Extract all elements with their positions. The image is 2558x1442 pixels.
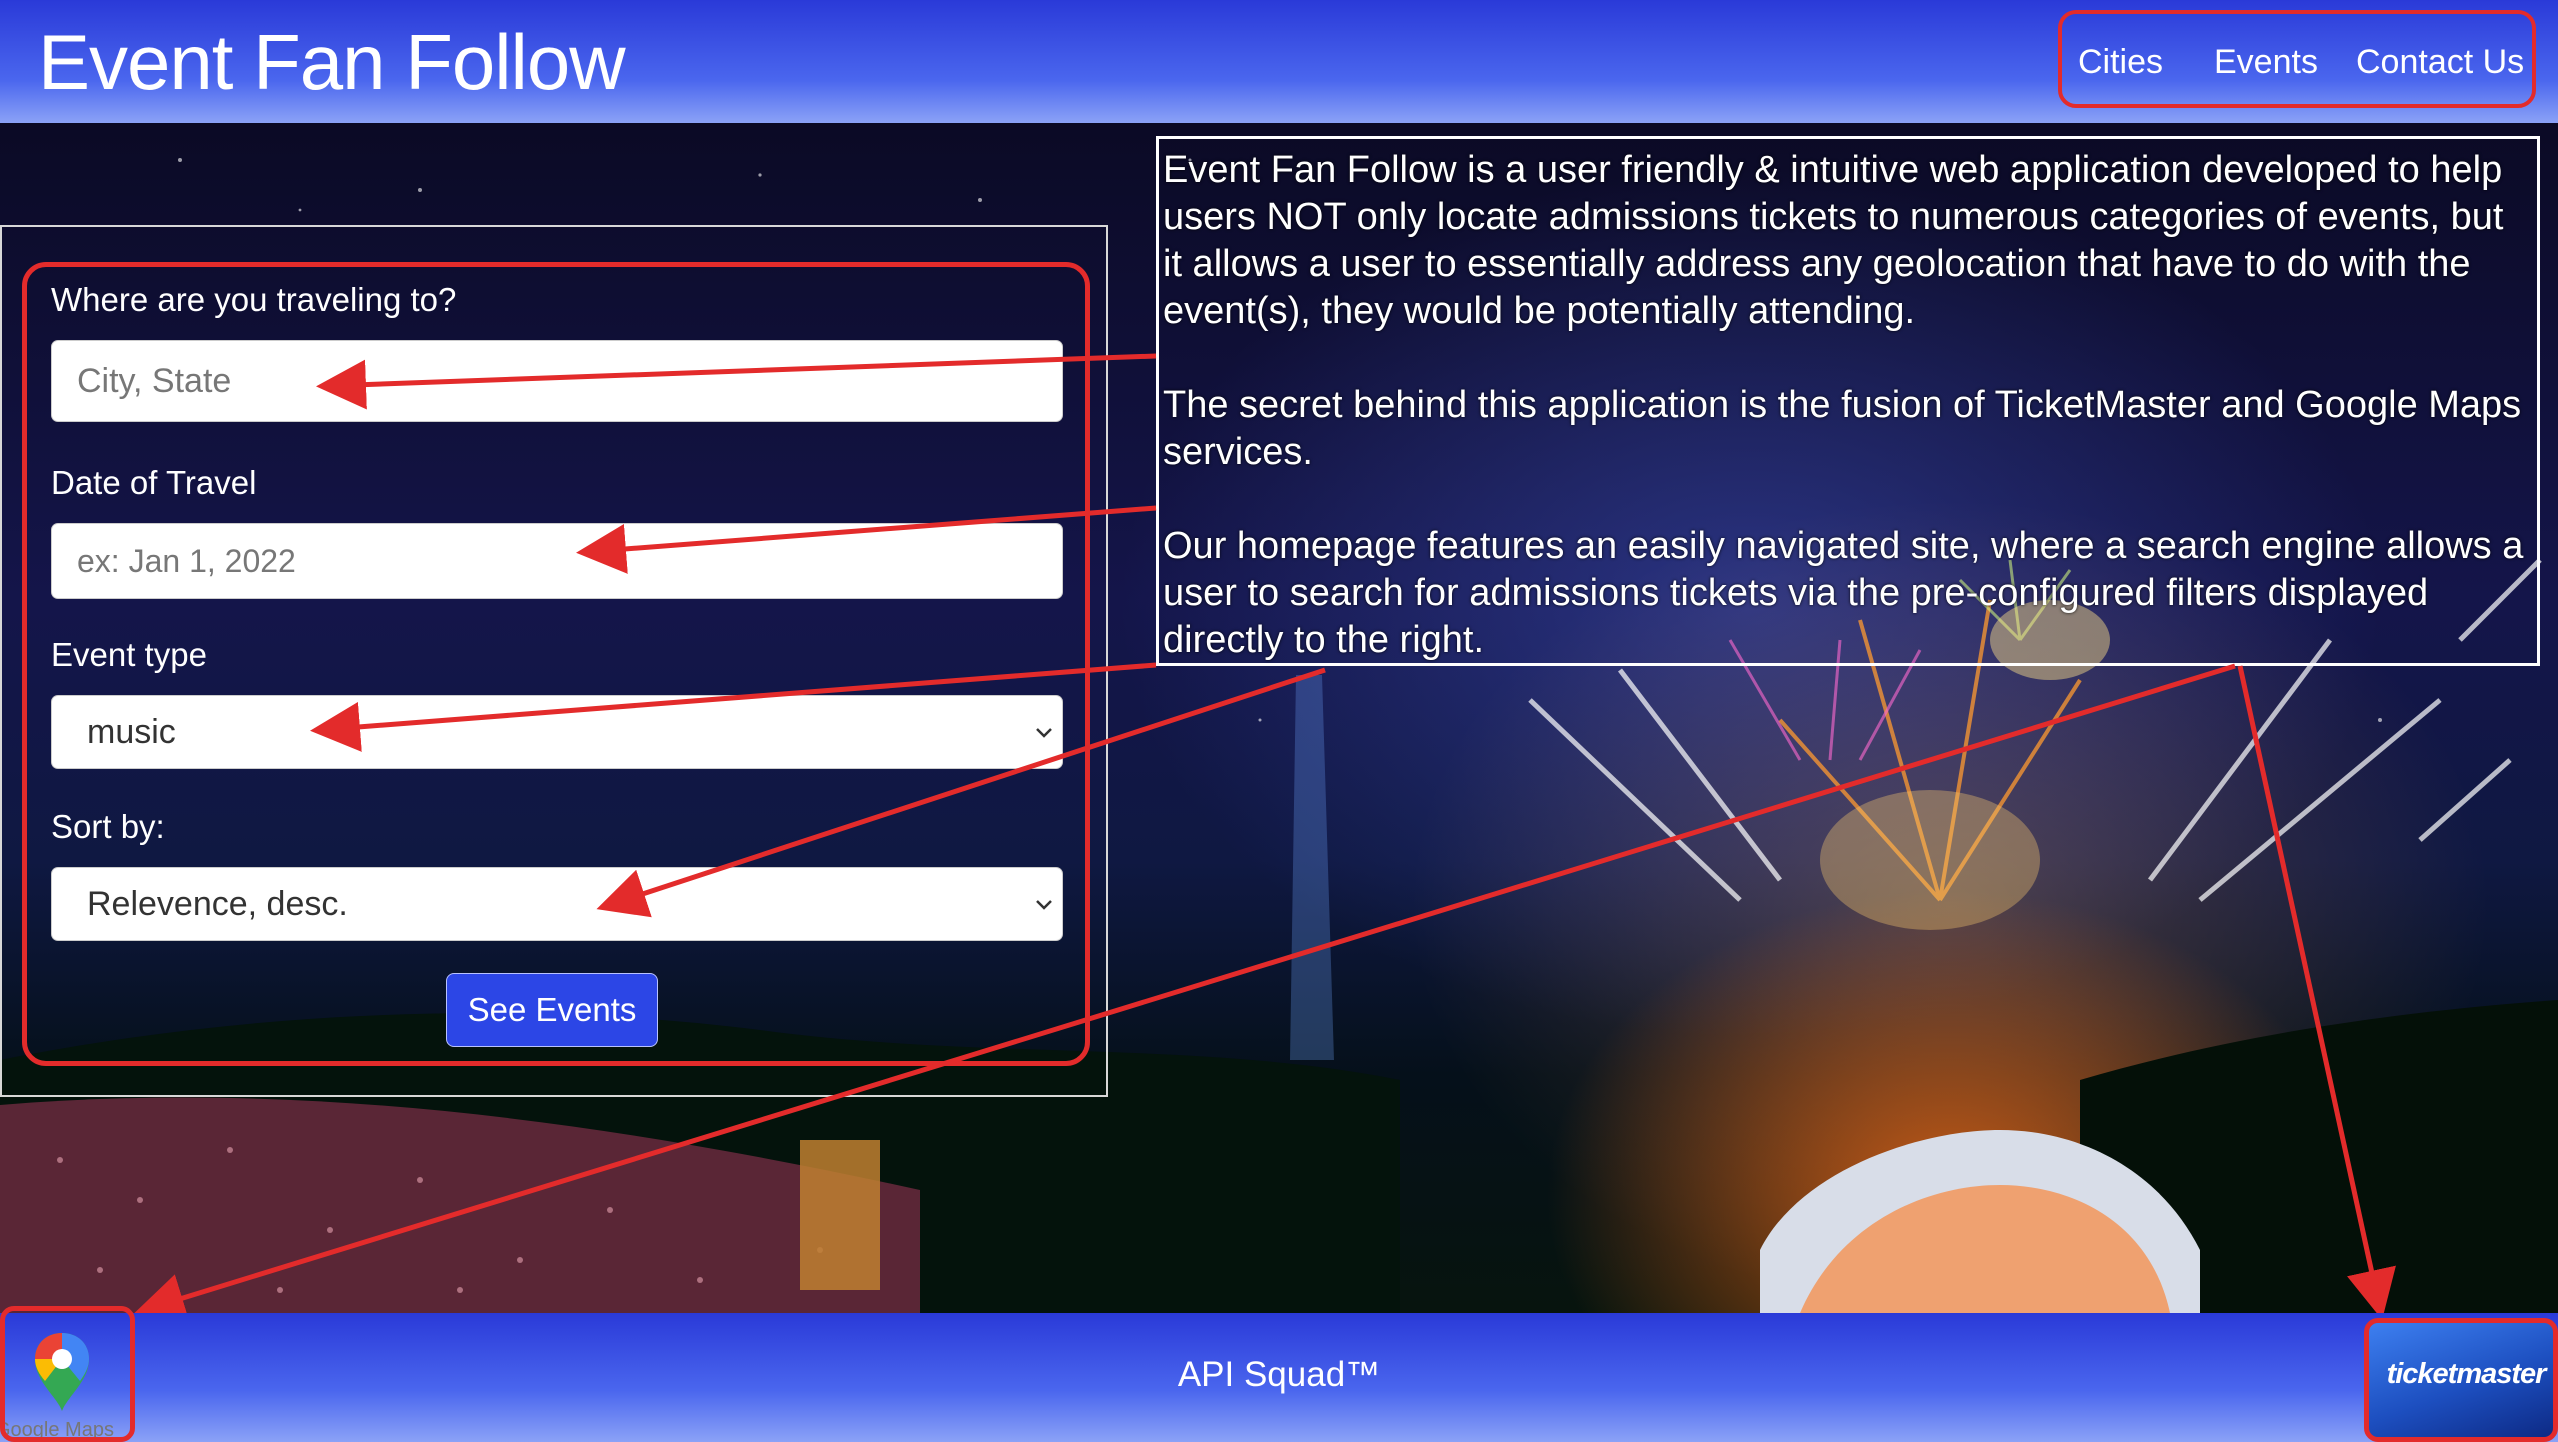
event-type-label: Event type	[51, 636, 207, 673]
google-maps-pin-icon	[35, 1333, 89, 1411]
description-paragraph: Event Fan Follow is a user friendly & in…	[1163, 149, 2504, 332]
description-paragraph: The secret behind this application is th…	[1163, 384, 2522, 473]
chevron-down-icon	[1036, 728, 1052, 738]
sort-by-label: Sort by:	[51, 808, 165, 845]
date-of-travel-input[interactable]	[51, 523, 1063, 599]
event-search-form: Where are you traveling to? Date of Trav…	[22, 262, 1090, 1066]
chevron-down-icon	[1036, 900, 1052, 910]
google-maps-label: Google Maps	[0, 1419, 114, 1441]
ticketmaster-label: ticketmaster	[2386, 1358, 2547, 1390]
app-description: Event Fan Follow is a user friendly & in…	[1156, 136, 2540, 666]
see-events-button[interactable]: See Events	[446, 973, 658, 1047]
google-maps-logo[interactable]: Google Maps	[0, 1306, 135, 1442]
site-footer: API Squad™	[0, 1313, 2558, 1442]
nav-link-cities[interactable]: Cities	[2078, 42, 2163, 82]
site-header: Event Fan Follow Cities Events Contact U…	[0, 0, 2558, 123]
sort-by-select[interactable]: Relevence, desc.	[51, 867, 1063, 941]
site-title: Event Fan Follow	[38, 18, 626, 106]
footer-text: API Squad™	[1177, 1355, 1381, 1394]
sort-by-selected-value: Relevence, desc.	[87, 885, 348, 923]
nav-link-contact-us[interactable]: Contact Us	[2356, 42, 2524, 82]
nav-link-events[interactable]: Events	[2214, 42, 2318, 82]
destination-input[interactable]	[51, 340, 1063, 422]
destination-label: Where are you traveling to?	[51, 281, 457, 318]
date-of-travel-label: Date of Travel	[51, 464, 257, 501]
ticketmaster-logo[interactable]: ticketmaster	[2364, 1318, 2558, 1442]
description-paragraph: Our homepage features an easily navigate…	[1163, 525, 2524, 661]
main-nav: Cities Events Contact Us	[2058, 10, 2536, 108]
event-type-selected-value: music	[87, 713, 176, 751]
event-type-select[interactable]: music	[51, 695, 1063, 769]
